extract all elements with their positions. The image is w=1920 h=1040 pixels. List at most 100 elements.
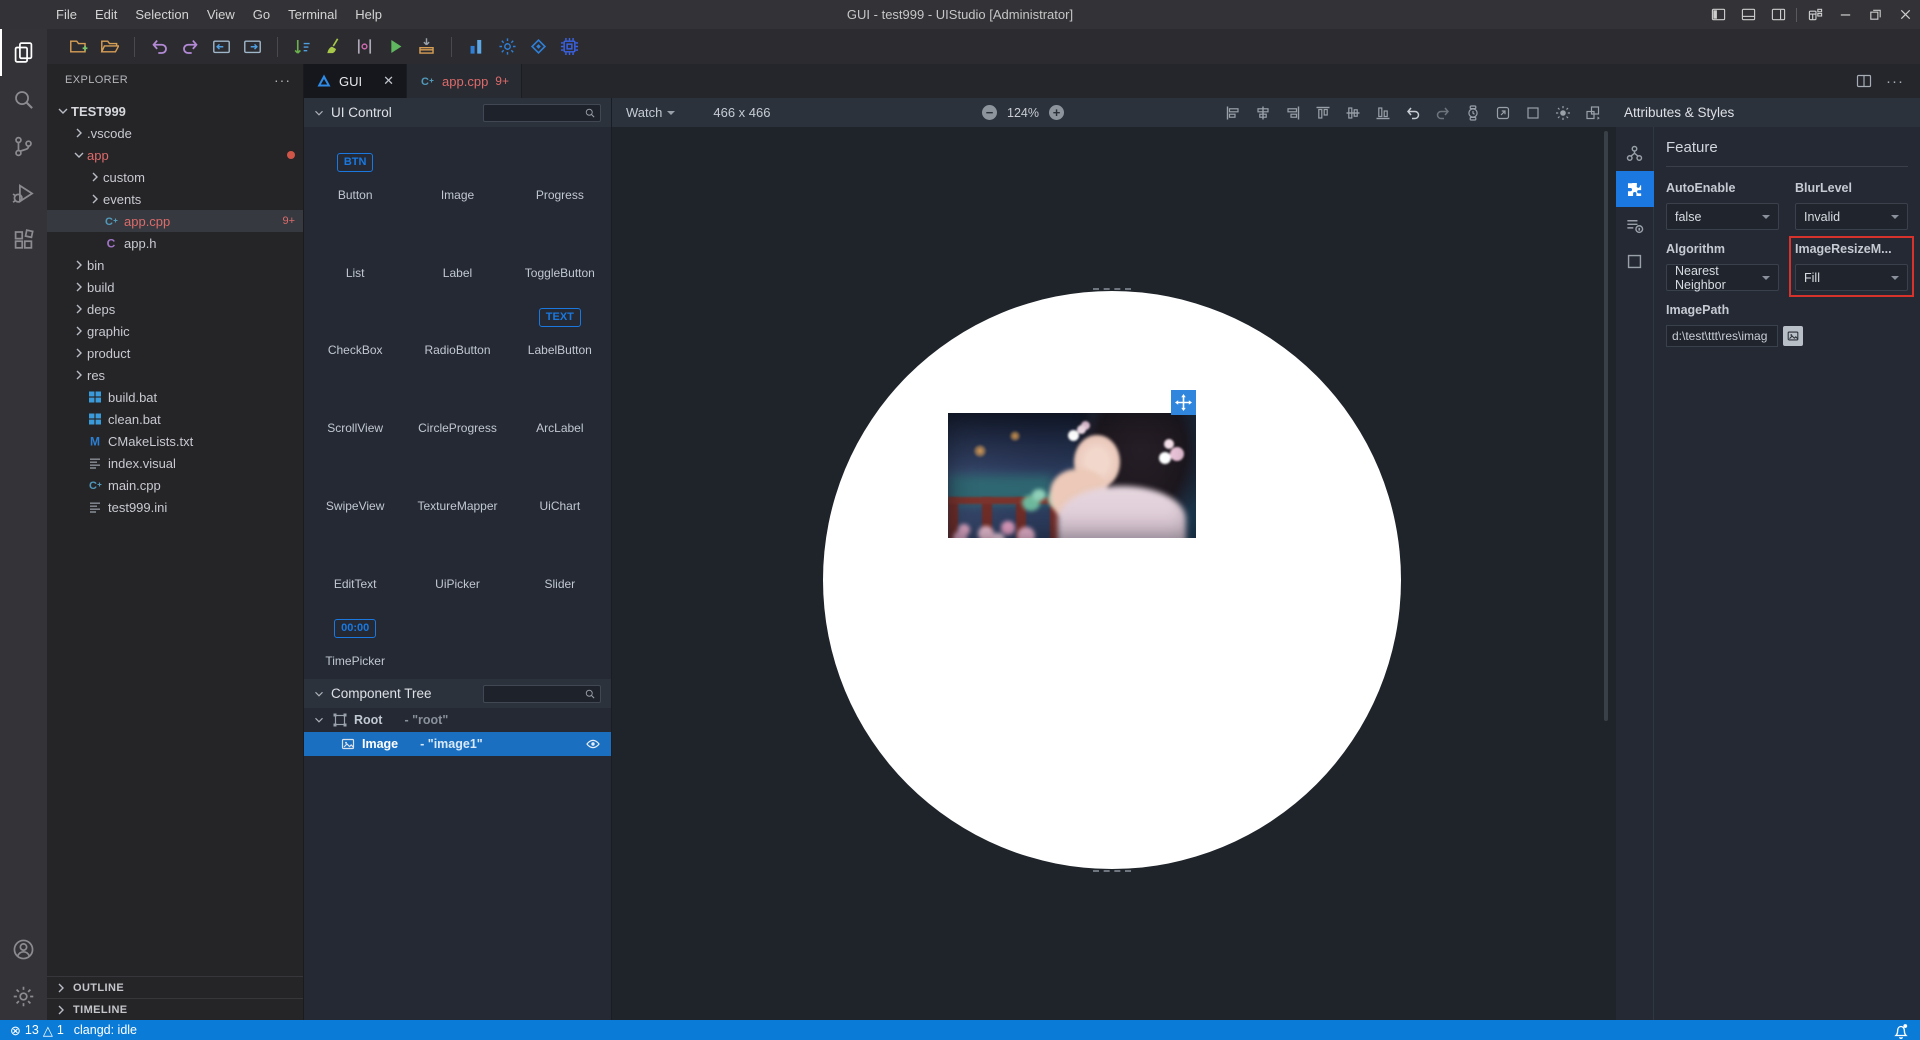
menu-selection[interactable]: Selection xyxy=(126,0,197,29)
align-middle-vertical-button[interactable] xyxy=(1344,104,1362,122)
component-tree-row-image[interactable]: Image- "image1" xyxy=(304,732,611,756)
format-pipeline-button[interactable] xyxy=(351,33,378,60)
activity-settings-gear-button[interactable] xyxy=(0,973,47,1020)
border-box-button[interactable] xyxy=(1524,104,1542,122)
problems-indicator[interactable]: ⊗ 13 △ 1 xyxy=(10,1023,64,1037)
layout-sidebar-left-button[interactable] xyxy=(1703,0,1733,29)
activity-search-button[interactable] xyxy=(0,76,47,123)
visibility-eye-icon[interactable] xyxy=(585,736,601,752)
move-handle-icon[interactable] xyxy=(1171,390,1196,415)
tree-item-clean-bat[interactable]: clean.bat xyxy=(47,408,303,430)
split-editor-button[interactable] xyxy=(1856,73,1872,89)
clangd-status[interactable]: clangd: idle xyxy=(74,1023,137,1037)
notifications-bell-icon[interactable] xyxy=(1892,1022,1910,1038)
tree-item-product[interactable]: product xyxy=(47,342,303,364)
bind-button[interactable] xyxy=(1494,104,1512,122)
palette-item-scrollview[interactable]: ScrollView xyxy=(304,368,406,445)
palette-item-swipeview[interactable]: SwipeView xyxy=(304,446,406,523)
palette-item-slider[interactable]: Slider xyxy=(509,524,611,601)
align-left-button[interactable] xyxy=(1224,104,1242,122)
tab-close-icon[interactable]: ✕ xyxy=(383,73,394,89)
tree-item-bin[interactable]: bin xyxy=(47,254,303,276)
tree-item-build[interactable]: build xyxy=(47,276,303,298)
brightness-button[interactable] xyxy=(1554,104,1572,122)
palette-item-togglebutton[interactable]: ToggleButton xyxy=(509,213,611,290)
run-button[interactable] xyxy=(382,33,409,60)
palette-item-texturemapper[interactable]: TextureMapper xyxy=(406,446,508,523)
redo-button[interactable] xyxy=(1434,104,1452,122)
window-next-button[interactable] xyxy=(239,33,266,60)
menu-file[interactable]: File xyxy=(47,0,86,29)
canvas-image[interactable] xyxy=(948,413,1196,538)
tree-item-app-cpp[interactable]: Capp.cpp9+ xyxy=(47,210,303,232)
palette-item-checkbox[interactable]: CheckBox xyxy=(304,290,406,367)
tree-item-custom[interactable]: custom xyxy=(47,166,303,188)
attributes-tab-border-box[interactable] xyxy=(1616,243,1654,279)
palette-item-image[interactable]: Image xyxy=(406,135,508,212)
layout-custom-button[interactable] xyxy=(1800,0,1830,29)
root-canvas-circle[interactable] xyxy=(823,291,1401,869)
menu-go[interactable]: Go xyxy=(244,0,279,29)
menu-terminal[interactable]: Terminal xyxy=(279,0,346,29)
explorer-more-actions-icon[interactable]: ··· xyxy=(274,72,291,88)
chart-button[interactable] xyxy=(463,33,490,60)
tab-gui[interactable]: GUI✕ xyxy=(304,64,407,98)
palette-item-circleprogress[interactable]: CircleProgress xyxy=(406,368,508,445)
field-select[interactable]: Fill xyxy=(1795,264,1908,291)
new-folder-button[interactable] xyxy=(65,33,92,60)
align-center-horizontal-button[interactable] xyxy=(1254,104,1272,122)
tree-item-res[interactable]: res xyxy=(47,364,303,386)
component-tree-header[interactable]: Component Tree xyxy=(304,679,611,708)
zoom-out-button[interactable]: − xyxy=(982,105,997,120)
tree-item-graphic[interactable]: graphic xyxy=(47,320,303,342)
clean-broom-button[interactable] xyxy=(320,33,347,60)
layout-sidebar-right-button[interactable] xyxy=(1763,0,1793,29)
field-select[interactable]: Invalid xyxy=(1795,203,1908,230)
close-button[interactable] xyxy=(1890,0,1920,29)
menu-edit[interactable]: Edit xyxy=(86,0,126,29)
image-path-input[interactable]: d:\test\ttt\res\imag xyxy=(1666,325,1778,347)
align-bottom-button[interactable] xyxy=(1374,104,1392,122)
palette-item-button[interactable]: BTNButton xyxy=(304,135,406,212)
tree-item--vscode[interactable]: .vscode xyxy=(47,122,303,144)
palette-item-label[interactable]: Label xyxy=(406,213,508,290)
activity-files-button[interactable] xyxy=(0,29,47,76)
palette-item-uichart[interactable]: UiChart xyxy=(509,446,611,523)
watch-mode-button[interactable] xyxy=(1464,104,1482,122)
tree-item-index-visual[interactable]: index.visual xyxy=(47,452,303,474)
undo-button[interactable] xyxy=(1404,104,1422,122)
sidebar-section-outline[interactable]: OUTLINE xyxy=(47,976,303,998)
redo-button[interactable] xyxy=(177,33,204,60)
image-picker-button[interactable] xyxy=(1783,326,1803,346)
align-right-button[interactable] xyxy=(1284,104,1302,122)
tree-item-main-cpp[interactable]: Cmain.cpp xyxy=(47,474,303,496)
undo-button[interactable] xyxy=(146,33,173,60)
tree-item-build-bat[interactable]: build.bat xyxy=(47,386,303,408)
more-actions-button[interactable]: ··· xyxy=(1886,73,1904,90)
ui-control-search-input[interactable] xyxy=(483,104,601,122)
palette-item-list[interactable]: List xyxy=(304,213,406,290)
canvas-vertical-scrollbar[interactable] xyxy=(1604,131,1608,721)
transform-button[interactable] xyxy=(1584,104,1602,122)
component-tree-row-root[interactable]: Root- "root" xyxy=(304,708,611,732)
menu-view[interactable]: View xyxy=(198,0,244,29)
watch-dropdown[interactable]: Watch xyxy=(626,105,675,120)
field-select[interactable]: false xyxy=(1666,203,1779,230)
tree-item-events[interactable]: events xyxy=(47,188,303,210)
palette-item-progress[interactable]: Progress xyxy=(509,135,611,212)
tree-item-cmakelists-txt[interactable]: MCMakeLists.txt xyxy=(47,430,303,452)
activity-debug-button[interactable] xyxy=(0,170,47,217)
attributes-tab-puzzle[interactable] xyxy=(1616,171,1654,207)
tree-item-test999[interactable]: TEST999 xyxy=(47,100,303,122)
activity-source-control-button[interactable] xyxy=(0,123,47,170)
sidebar-section-timeline[interactable]: TIMELINE xyxy=(47,998,303,1020)
activity-account-button[interactable] xyxy=(0,926,47,973)
chip-button[interactable] xyxy=(556,33,583,60)
window-prev-button[interactable] xyxy=(208,33,235,60)
zoom-in-button[interactable]: + xyxy=(1049,105,1064,120)
minimize-button[interactable] xyxy=(1830,0,1860,29)
palette-item-labelbutton[interactable]: TEXTLabelButton xyxy=(509,290,611,367)
component-tree-search-input[interactable] xyxy=(483,685,601,703)
tree-item-app[interactable]: app xyxy=(47,144,303,166)
align-top-button[interactable] xyxy=(1314,104,1332,122)
